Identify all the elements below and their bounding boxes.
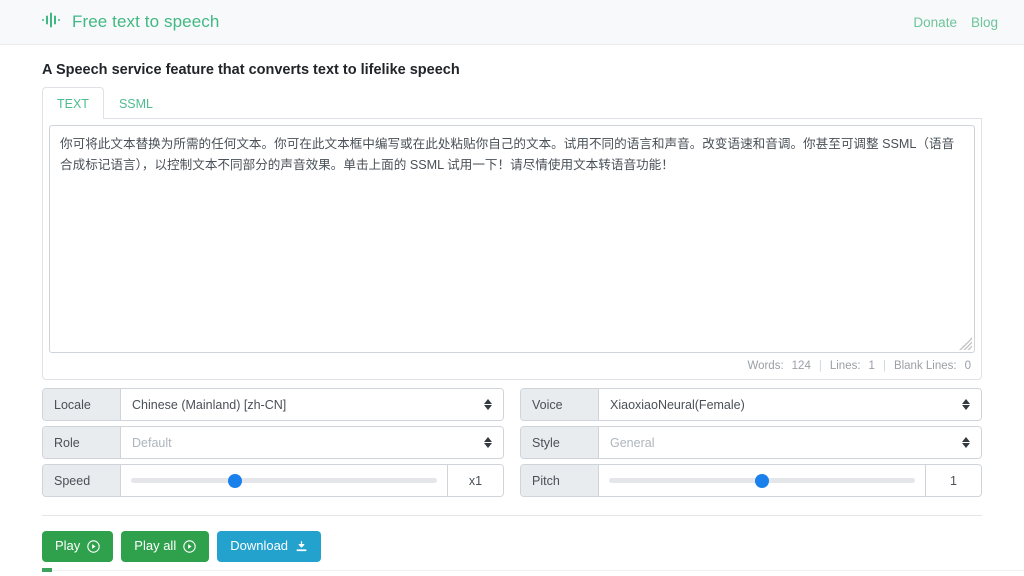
- style-group: Style General: [520, 426, 982, 460]
- words-count-value: 124: [791, 359, 811, 372]
- page-container: A Speech service feature that converts t…: [0, 62, 1024, 562]
- voice-controls: Locale Chinese (Mainland) [zh-CN] Voice …: [42, 388, 982, 498]
- voice-value: XiaoxiaoNeural(Female): [610, 397, 745, 412]
- play-all-button[interactable]: Play all: [121, 531, 210, 562]
- play-button-label: Play: [55, 538, 81, 554]
- lines-count-value: 1: [868, 359, 875, 372]
- speed-slider-cell[interactable]: [121, 465, 447, 497]
- top-navbar: Free text to speech Donate Blog: [0, 0, 1024, 45]
- play-button[interactable]: Play: [42, 531, 114, 562]
- role-group: Role Default: [42, 426, 504, 460]
- nav-link-donate[interactable]: Donate: [913, 15, 957, 30]
- role-select[interactable]: Default: [121, 427, 503, 459]
- play-all-button-label: Play all: [134, 538, 177, 554]
- control-row-locale-voice: Locale Chinese (Mainland) [zh-CN] Voice …: [42, 388, 982, 422]
- pitch-value: 1: [925, 465, 981, 497]
- download-button-label: Download: [230, 538, 289, 554]
- role-value: Default: [132, 435, 172, 450]
- locale-group: Locale Chinese (Mainland) [zh-CN]: [42, 388, 504, 422]
- control-row-speed-pitch: Speed x1 Pitch 1: [42, 464, 982, 498]
- blank-lines-label: Blank Lines:: [893, 359, 957, 372]
- voice-select[interactable]: XiaoxiaoNeural(Female): [599, 389, 981, 421]
- role-label: Role: [43, 427, 121, 459]
- control-row-role-style: Role Default Style General: [42, 426, 982, 460]
- tab-ssml[interactable]: SSML: [104, 87, 168, 119]
- locale-value: Chinese (Mainland) [zh-CN]: [132, 397, 287, 412]
- pitch-slider-cell[interactable]: [599, 465, 925, 497]
- stat-separator-2: |: [882, 359, 886, 372]
- style-value: General: [610, 435, 655, 450]
- style-label: Style: [521, 427, 599, 459]
- nav-link-blog[interactable]: Blog: [971, 15, 998, 30]
- audio-waveform-icon: [42, 12, 64, 33]
- chevron-updown-icon: [484, 399, 494, 411]
- speed-slider-track[interactable]: [131, 473, 437, 488]
- pitch-label: Pitch: [521, 465, 599, 497]
- play-circle-icon: [87, 540, 101, 553]
- text-input-area[interactable]: [49, 125, 975, 354]
- download-icon: [295, 540, 308, 553]
- locale-label: Locale: [43, 389, 121, 421]
- locale-select[interactable]: Chinese (Mainland) [zh-CN]: [121, 389, 503, 421]
- chevron-updown-icon: [962, 399, 972, 411]
- voice-group: Voice XiaoxiaoNeural(Female): [520, 388, 982, 422]
- lines-count-label: Lines:: [829, 359, 861, 372]
- download-button[interactable]: Download: [217, 531, 322, 562]
- chevron-updown-icon: [484, 437, 494, 449]
- speed-slider-knob[interactable]: [228, 473, 243, 488]
- editor-panel: Words: 124 | Lines: 1 | Blank Lines: 0: [42, 119, 982, 381]
- speed-group: Speed x1: [42, 464, 504, 498]
- style-select[interactable]: General: [599, 427, 981, 459]
- page-title: A Speech service feature that converts t…: [42, 62, 460, 78]
- tab-text[interactable]: TEXT: [42, 87, 104, 120]
- stat-separator-1: |: [818, 359, 822, 372]
- brand-name: Free text to speech: [72, 12, 220, 31]
- brand-logo-link[interactable]: Free text to speech: [42, 12, 219, 33]
- pitch-slider-knob[interactable]: [755, 473, 769, 488]
- bottom-rule: [52, 570, 1024, 571]
- action-buttons: Play Play all Download: [42, 516, 982, 562]
- speed-value: x1: [447, 465, 503, 497]
- pitch-slider-track[interactable]: [609, 473, 915, 488]
- play-circle-icon: [183, 540, 196, 553]
- voice-label: Voice: [521, 389, 599, 421]
- editor-tabs: TEXT SSML: [42, 87, 982, 120]
- speed-label: Speed: [43, 465, 121, 497]
- pitch-group: Pitch 1: [520, 464, 982, 498]
- blank-lines-value: 0: [964, 359, 971, 372]
- text-statistics: Words: 124 | Lines: 1 | Blank Lines: 0: [49, 353, 975, 379]
- bottom-progress-indicator: [42, 568, 52, 572]
- chevron-updown-icon: [962, 437, 972, 449]
- words-count-label: Words:: [747, 359, 784, 372]
- nav-links: Donate Blog: [913, 15, 1008, 30]
